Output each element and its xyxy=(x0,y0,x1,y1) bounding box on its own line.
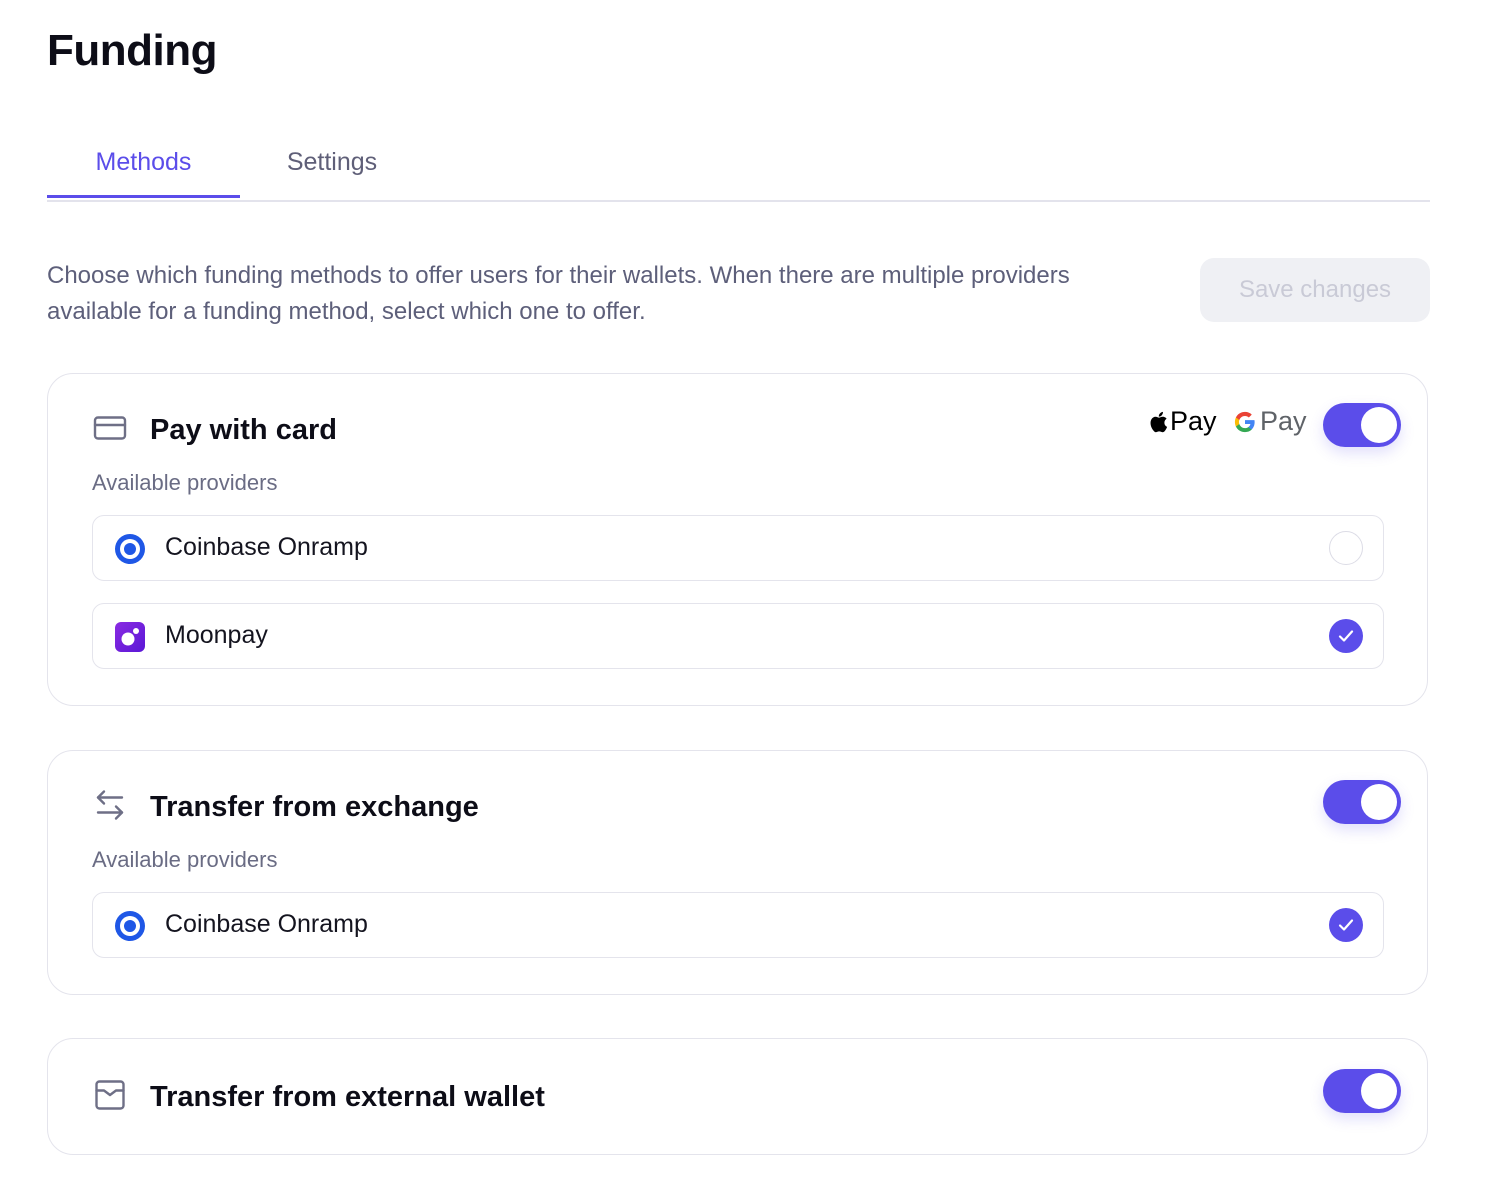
provider-row-coinbase[interactable]: Coinbase Onramp xyxy=(92,892,1384,958)
provider-radio-selected[interactable] xyxy=(1329,619,1363,653)
toggle-knob xyxy=(1361,407,1397,443)
save-changes-button[interactable]: Save changes xyxy=(1200,258,1430,322)
pay-with-card-toggle[interactable] xyxy=(1323,403,1401,447)
arrows-swap-icon xyxy=(92,787,128,823)
toggle-knob xyxy=(1361,784,1397,820)
method-title: Transfer from exchange xyxy=(150,791,479,823)
providers-label: Available providers xyxy=(92,847,278,872)
page-title: Funding xyxy=(47,26,218,75)
apple-pay-label: Pay xyxy=(1170,406,1217,436)
provider-radio-unselected[interactable] xyxy=(1329,531,1363,565)
method-card-transfer-from-exchange: Transfer from exchange Available provide… xyxy=(47,750,1428,995)
method-card-transfer-from-external-wallet: Transfer from external wallet xyxy=(47,1038,1428,1155)
coinbase-logo-icon xyxy=(115,534,145,564)
tab-settings[interactable]: Settings xyxy=(257,140,407,198)
method-card-pay-with-card: Pay with card Pay Pay Available provider… xyxy=(47,373,1428,706)
provider-name: Coinbase Onramp xyxy=(165,910,368,938)
checkmark-icon xyxy=(1338,919,1354,931)
intro-description: Choose which funding methods to offer us… xyxy=(47,262,1070,325)
moonpay-logo-icon xyxy=(115,622,145,652)
toggle-knob xyxy=(1361,1073,1397,1109)
transfer-from-external-wallet-toggle[interactable] xyxy=(1323,1069,1401,1113)
provider-row-moonpay[interactable]: Moonpay xyxy=(92,603,1384,669)
google-pay-label: Pay xyxy=(1260,406,1307,436)
transfer-from-exchange-toggle[interactable] xyxy=(1323,780,1401,824)
providers-label: Available providers xyxy=(92,470,278,495)
wallet-icon xyxy=(92,1077,128,1113)
coinbase-logo-icon xyxy=(115,911,145,941)
checkmark-icon xyxy=(1338,630,1354,642)
method-title: Transfer from external wallet xyxy=(150,1081,545,1113)
provider-radio-selected[interactable] xyxy=(1329,908,1363,942)
method-title: Pay with card xyxy=(150,414,337,446)
credit-card-icon xyxy=(92,410,128,446)
google-logo-icon xyxy=(1234,411,1255,432)
google-pay-badge: Pay xyxy=(1234,406,1307,437)
provider-name: Moonpay xyxy=(165,621,268,649)
tab-methods[interactable]: Methods xyxy=(47,140,240,198)
provider-name: Coinbase Onramp xyxy=(165,533,368,561)
apple-logo-icon xyxy=(1150,411,1168,432)
tab-bar: Methods Settings xyxy=(47,140,1430,202)
provider-row-coinbase[interactable]: Coinbase Onramp xyxy=(92,515,1384,581)
apple-pay-badge: Pay xyxy=(1148,406,1217,437)
